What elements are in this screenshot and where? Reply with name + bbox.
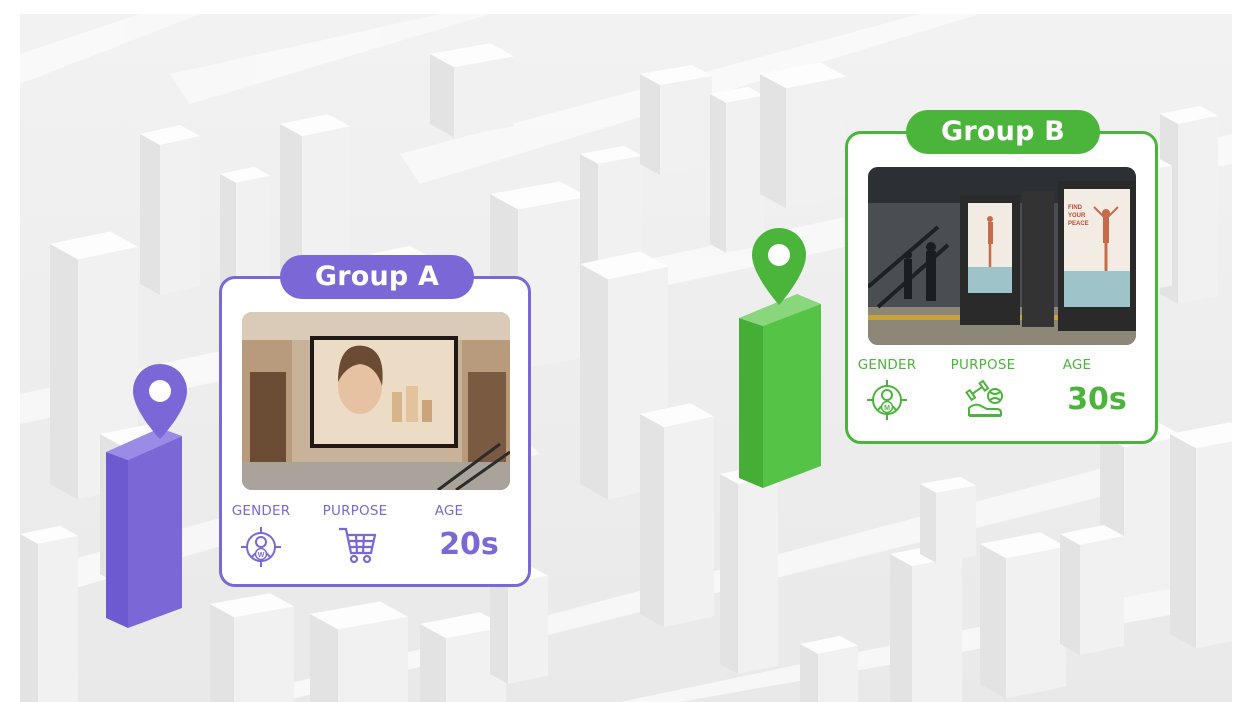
group-a-card: Group A GENDER PURPOSE AGE W 20s	[219, 255, 531, 587]
billboard-lettering: FIND	[1068, 205, 1083, 211]
city-building	[310, 601, 408, 702]
city-building	[720, 465, 778, 674]
city-building	[890, 544, 962, 702]
gender-label: GENDER	[231, 503, 291, 519]
city-building	[980, 532, 1066, 699]
mall-billboard-photo	[242, 312, 510, 490]
map-pin-icon	[752, 228, 806, 305]
female-target-icon: W	[241, 527, 281, 567]
city-building	[640, 65, 712, 175]
gender-label: GENDER	[857, 357, 917, 373]
city-building	[1060, 525, 1124, 655]
age-value: 30s	[1067, 382, 1127, 417]
age-label: AGE	[434, 503, 464, 519]
billboard-lettering: YOUR	[1068, 213, 1086, 219]
group-a-location-marker	[106, 364, 187, 628]
city-building	[920, 476, 976, 563]
subway-billboard-photo: FIND YOUR PEACE	[868, 167, 1136, 345]
city-building	[140, 125, 200, 295]
group-b-card: Group B FIND YOUR PEACE GENDER PURPOSE A…	[845, 110, 1158, 444]
group-b-location-marker	[739, 228, 821, 488]
city-building	[640, 403, 714, 628]
male-target-icon: M	[867, 380, 907, 420]
age-label: AGE	[1062, 357, 1092, 373]
sports-fitness-icon	[965, 379, 1003, 417]
city-building	[800, 635, 858, 702]
city-building	[210, 593, 294, 702]
map-pin-icon	[133, 364, 187, 439]
shopping-cart-icon	[339, 527, 377, 564]
city-building	[1170, 422, 1232, 649]
group-b-title: Group B	[906, 110, 1100, 154]
billboard-lettering: PEACE	[1068, 221, 1089, 227]
svg-text:W: W	[258, 552, 265, 559]
age-value: 20s	[439, 527, 499, 562]
purpose-label: PURPOSE	[950, 357, 1016, 373]
scene: Group A GENDER PURPOSE AGE W 20s Group B…	[0, 0, 1239, 702]
city-building	[430, 43, 514, 138]
city-building	[220, 166, 270, 293]
city-building	[760, 62, 846, 209]
city-building	[20, 525, 78, 702]
svg-text:M: M	[884, 405, 890, 412]
purpose-label: PURPOSE	[322, 503, 388, 519]
group-a-title: Group A	[280, 255, 474, 299]
